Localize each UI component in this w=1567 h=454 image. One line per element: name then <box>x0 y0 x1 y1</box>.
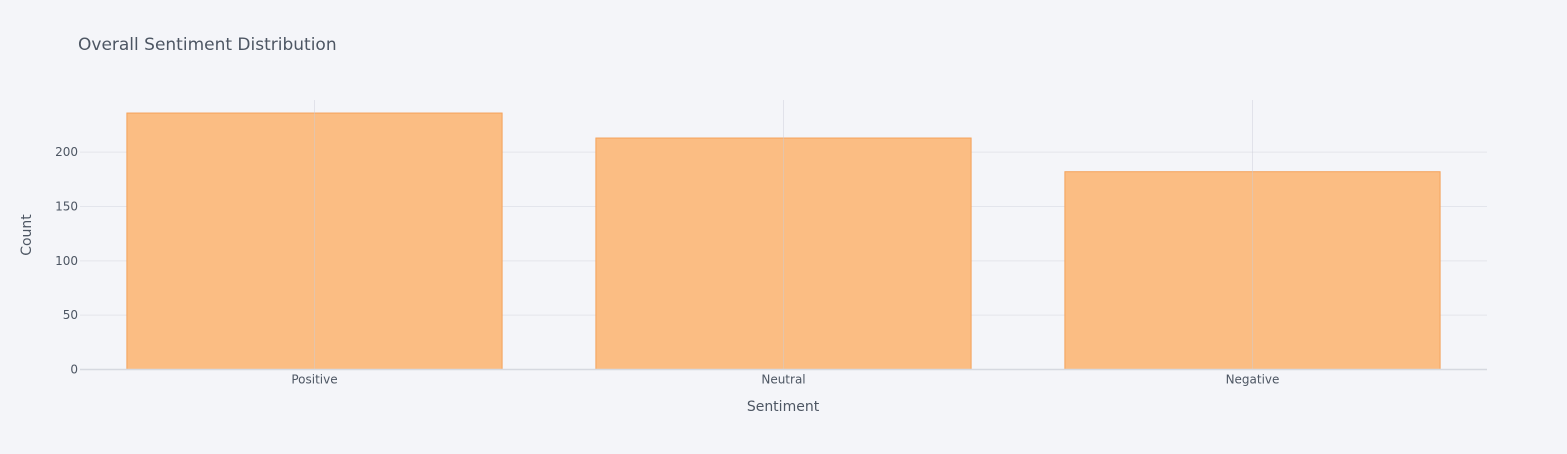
y-tick-label: 100 <box>55 254 78 268</box>
y-tick-label: 150 <box>55 199 78 213</box>
x-tick-label: Neutral <box>761 373 805 387</box>
x-tick-label: Positive <box>291 373 337 387</box>
y-tick-label: 50 <box>63 308 78 322</box>
y-tick-label: 200 <box>55 145 78 159</box>
chart-title: Overall Sentiment Distribution <box>78 35 337 55</box>
chart-container: Overall Sentiment Distribution 0 50 100 150… <box>0 0 1567 450</box>
x-tick-label: Negative <box>1226 373 1280 387</box>
y-axis-title: Count <box>19 214 35 256</box>
x-axis-title: Sentiment <box>747 399 820 415</box>
y-tick-label: 0 <box>70 363 78 377</box>
bar-chart: Overall Sentiment Distribution 0 50 100 150… <box>0 0 1567 450</box>
